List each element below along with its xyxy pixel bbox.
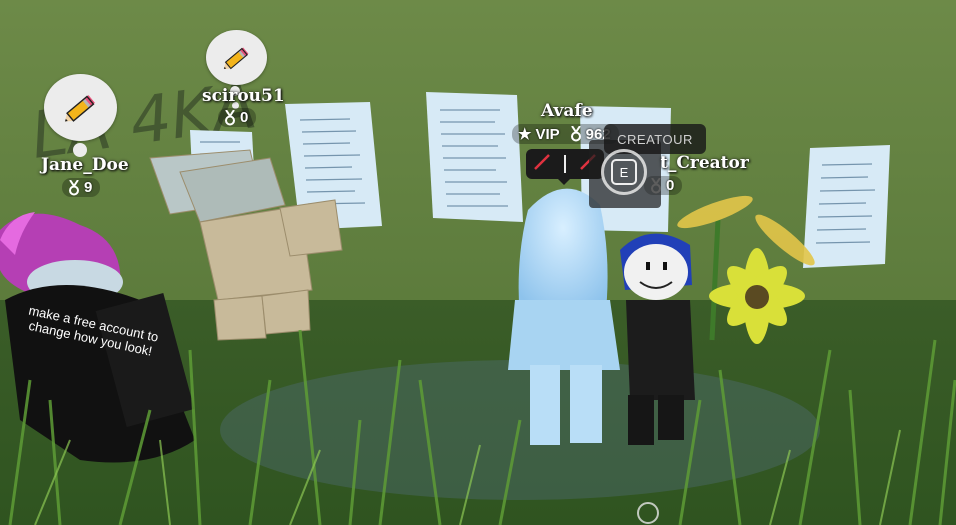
- toolbar-divider: [563, 155, 566, 173]
- medal-icon: [570, 125, 582, 142]
- interact-key[interactable]: E: [611, 159, 637, 185]
- medal-icon: [68, 178, 80, 196]
- medal-count: 0: [240, 109, 249, 126]
- player-medals-jane: 9: [62, 178, 101, 197]
- medal-count: 0: [666, 177, 675, 194]
- chat-bubble: [44, 74, 117, 141]
- medal-icon: [224, 108, 236, 126]
- player-name-avafe[interactable]: Avafe: [541, 101, 593, 121]
- slash-icon[interactable]: [533, 153, 551, 176]
- pencil-icon: [64, 94, 95, 122]
- star-icon: ★: [518, 126, 532, 143]
- medal-count: 9: [84, 179, 93, 196]
- toolbar-pointer: [558, 179, 570, 185]
- pencil-icon: [223, 47, 248, 69]
- chat-bubble: [206, 30, 267, 85]
- player-medals-scirou: 0: [218, 108, 257, 127]
- player-name-scirou[interactable]: scirou51: [202, 86, 285, 106]
- player-name-jane[interactable]: Jane_Doe: [41, 155, 129, 175]
- player-name-creator[interactable]: t_Creator: [660, 153, 749, 173]
- game-viewport[interactable]: LA 4KA: [0, 0, 956, 525]
- cursor-reticle: [637, 502, 659, 524]
- vip-label: VIP: [535, 125, 560, 143]
